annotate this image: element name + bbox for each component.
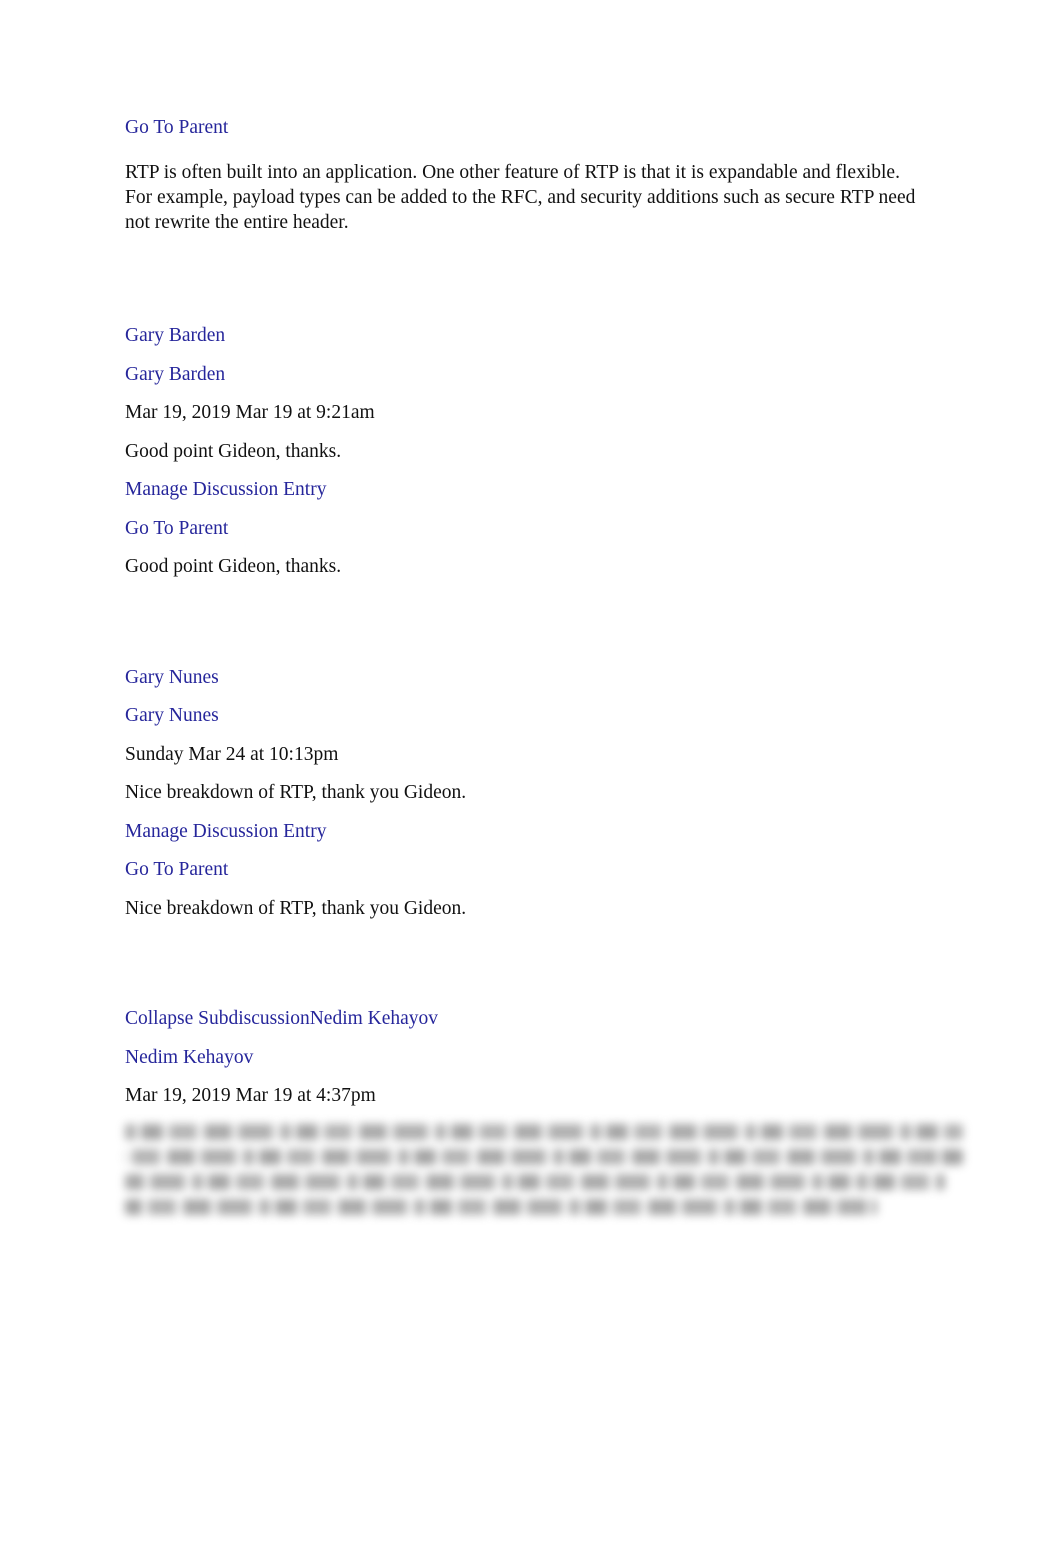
discussion-entry-gary-barden: Gary Barden Gary Barden Mar 19, 2019 Mar… [125, 326, 925, 577]
entry-body-row: Nice breakdown of RTP, thank you Gideon. [125, 897, 925, 919]
redacted-line [125, 1123, 963, 1140]
discussion-entry-nedim-kehayov: Collapse SubdiscussionNedim Kehayov Nedi… [125, 1009, 963, 1215]
collapse-and-author-row: Collapse SubdiscussionNedim Kehayov [125, 1009, 925, 1029]
entry-preview-text: Nice breakdown of RTP, thank you Gideon. [125, 782, 467, 803]
entry-timestamp: Sunday Mar 24 at 10:13pm [125, 743, 339, 765]
author-row: Nedim Kehayov [125, 1047, 925, 1068]
entry-timestamp: Mar 19, 2019 Mar 19 at 9:21am [125, 402, 375, 423]
entry-body-redacted [125, 1123, 963, 1215]
entry-body-text: Good point Gideon, thanks. [125, 556, 342, 577]
author-header-row: Gary Barden [125, 326, 925, 346]
discussion-entry-rtp-excerpt: Go To Parent RTP is often built into an … [125, 118, 925, 235]
author-name-link-top[interactable]: Gary Barden [125, 326, 225, 346]
entry-preview-row: Nice breakdown of RTP, thank you Gideon. [125, 783, 925, 803]
author-name-link[interactable]: Gary Nunes [125, 706, 219, 726]
author-name-link-top[interactable]: Nedim Kehayov [310, 1009, 438, 1029]
entry-timestamp-row: Mar 19, 2019 Mar 19 at 4:37pm [125, 1086, 925, 1106]
author-row: Gary Nunes [125, 706, 925, 726]
entry-timestamp-row: Sunday Mar 24 at 10:13pm [125, 743, 925, 765]
go-to-parent-link[interactable]: Go To Parent [125, 118, 228, 138]
manage-entry-row: Manage Discussion Entry [125, 821, 925, 842]
document-page: Go To Parent RTP is often built into an … [0, 0, 1062, 1561]
author-name-link[interactable]: Nedim Kehayov [125, 1047, 253, 1068]
entry-preview-row: Good point Gideon, thanks. [125, 440, 925, 462]
redacted-line [125, 1148, 963, 1165]
entry-timestamp-row: Mar 19, 2019 Mar 19 at 9:21am [125, 403, 925, 423]
redacted-line [125, 1198, 877, 1215]
manage-discussion-entry-link[interactable]: Manage Discussion Entry [125, 821, 326, 842]
entry-timestamp: Mar 19, 2019 Mar 19 at 4:37pm [125, 1085, 376, 1106]
author-header-row: Gary Nunes [125, 667, 925, 688]
discussion-entry-gary-nunes: Gary Nunes Gary Nunes Sunday Mar 24 at 1… [125, 667, 925, 919]
entry-body-text: Nice breakdown of RTP, thank you Gideon. [125, 897, 467, 919]
go-to-parent-link[interactable]: Go To Parent [125, 518, 228, 539]
manage-discussion-entry-link[interactable]: Manage Discussion Entry [125, 480, 326, 500]
entry-body-text: RTP is often built into an application. … [125, 162, 916, 233]
author-name-link-top[interactable]: Gary Nunes [125, 667, 219, 688]
go-to-parent-link[interactable]: Go To Parent [125, 860, 228, 880]
discussion-thread: Go To Parent RTP is often built into an … [125, 118, 963, 1224]
entry-body-row: Good point Gideon, thanks. [125, 557, 925, 577]
collapse-subdiscussion-link[interactable]: Collapse Subdiscussion [125, 1009, 310, 1029]
go-to-parent-row: Go To Parent [125, 860, 925, 880]
entry-actions-row: Go To Parent [125, 118, 925, 138]
redacted-line [125, 1173, 945, 1190]
entry-preview-text: Good point Gideon, thanks. [125, 440, 342, 462]
author-row: Gary Barden [125, 364, 925, 385]
manage-entry-row: Manage Discussion Entry [125, 480, 925, 500]
author-name-link[interactable]: Gary Barden [125, 364, 225, 385]
go-to-parent-row: Go To Parent [125, 518, 925, 539]
